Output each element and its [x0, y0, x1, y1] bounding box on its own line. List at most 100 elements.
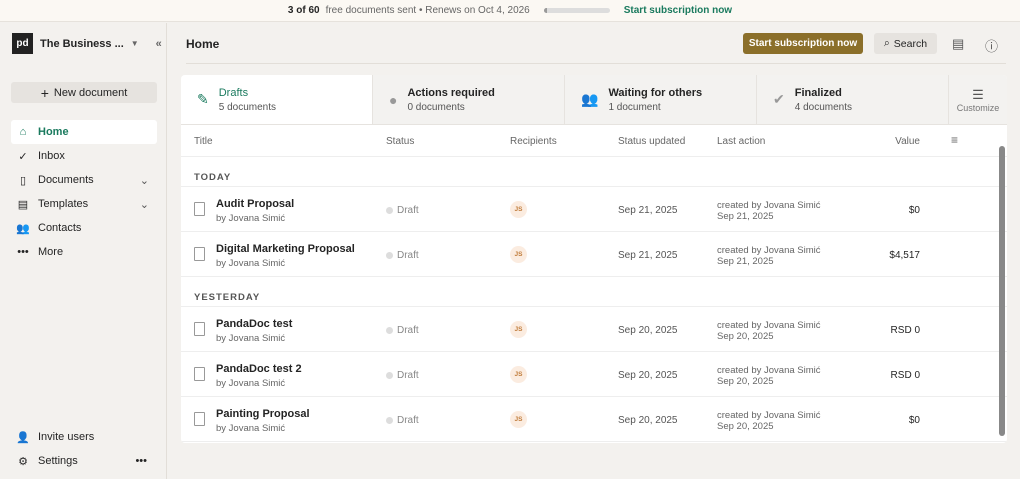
- tab-finalized[interactable]: ✔ Finalized 4 documents: [757, 75, 949, 124]
- document-author: by Jovana Simić: [216, 423, 286, 434]
- document-value: $4,517: [889, 250, 920, 261]
- status-updated: Sep 21, 2025: [618, 205, 678, 216]
- col-last-action[interactable]: Last action: [717, 136, 765, 147]
- pandadoc-logo: pd: [12, 33, 33, 54]
- more-icon[interactable]: •••: [135, 455, 147, 467]
- col-title[interactable]: Title: [194, 136, 213, 147]
- sidebar: pd The Business ... ▼ « + New document ⌂ H…: [0, 23, 167, 479]
- status-text: Draft: [397, 325, 419, 336]
- document-author: by Jovana Simić: [216, 333, 286, 344]
- new-document-button[interactable]: + New document: [11, 82, 157, 103]
- sidebar-item-templates[interactable]: ▤ Templates ⌄: [11, 192, 157, 216]
- table-row[interactable]: PandaDoc test 2 by Jovana Simić Draft JS …: [181, 352, 1007, 397]
- last-action: created by Jovana Simić: [717, 200, 821, 211]
- last-action: created by Jovana Simić: [717, 245, 821, 256]
- documents-card: ✎ Drafts 5 documents ● Actions required 0 doc…: [181, 75, 1007, 443]
- last-action-date: Sep 20, 2025: [717, 421, 774, 432]
- start-subscription-link[interactable]: Start subscription now: [624, 5, 732, 16]
- status-badge: Draft: [386, 325, 419, 336]
- search-button[interactable]: ⌕ Search: [874, 33, 937, 54]
- document-icon: [194, 247, 205, 261]
- status-updated: Sep 21, 2025: [618, 250, 678, 261]
- tab-actions-required[interactable]: ● Actions required 0 documents: [373, 75, 565, 124]
- document-icon: [194, 322, 205, 336]
- sidebar-item-more[interactable]: ••• More: [11, 240, 157, 264]
- sort-icon[interactable]: ≡: [951, 133, 958, 147]
- last-action: created by Jovana Simić: [717, 410, 821, 421]
- tab-drafts[interactable]: ✎ Drafts 5 documents: [181, 75, 373, 124]
- start-subscription-button[interactable]: Start subscription now: [743, 33, 863, 54]
- search-icon: ⌕: [883, 37, 890, 49]
- status-text: Draft: [397, 205, 419, 216]
- document-value: $0: [908, 205, 920, 216]
- document-settings-icon[interactable]: ▤: [952, 36, 964, 52]
- new-document-label: New document: [53, 86, 128, 99]
- status-badge: Draft: [386, 370, 419, 381]
- document-author: by Jovana Simić: [216, 258, 286, 269]
- table-row[interactable]: Audit Proposal by Jovana Simić Draft JS S…: [181, 187, 1007, 232]
- table-row[interactable]: Painting Proposal by Jovana Simić Draft J…: [181, 397, 1007, 442]
- table-row[interactable]: Digital Marketing Proposal by Jovana Simi…: [181, 232, 1007, 277]
- settings-label: Settings: [38, 455, 78, 467]
- col-recipients[interactable]: Recipients: [510, 136, 557, 147]
- tab-count: 5 documents: [218, 101, 276, 113]
- tab-label: Drafts: [218, 86, 249, 99]
- status-updated: Sep 20, 2025: [618, 325, 678, 336]
- sidebar-item-label: Documents: [38, 174, 94, 186]
- usage-progress: [543, 8, 610, 13]
- document-icon: [194, 367, 205, 381]
- recipient-avatar[interactable]: JS: [510, 246, 527, 263]
- recipient-avatar[interactable]: JS: [510, 411, 527, 428]
- recipient-avatar[interactable]: JS: [510, 321, 527, 338]
- tab-label: Actions required: [407, 86, 495, 99]
- check-circle-icon: ✔: [773, 91, 785, 107]
- check-circle-icon: ✓: [18, 150, 28, 163]
- sidebar-item-home[interactable]: ⌂ Home: [11, 120, 157, 144]
- table-row[interactable]: PandaDoc test by Jovana Simić Draft JS Se…: [181, 307, 1007, 352]
- document-name[interactable]: Audit Proposal: [216, 198, 294, 210]
- recipient-avatar[interactable]: JS: [510, 366, 527, 383]
- sidebar-item-inbox[interactable]: ✓ Inbox: [11, 144, 157, 168]
- contacts-icon: 👥: [16, 222, 30, 235]
- plus-icon: +: [40, 84, 49, 101]
- settings[interactable]: ⚙ Settings •••: [11, 449, 157, 473]
- col-value[interactable]: Value: [895, 136, 920, 147]
- chevron-down-icon[interactable]: ⌄: [140, 198, 149, 211]
- tab-count: 4 documents: [794, 101, 852, 113]
- document-icon: [194, 412, 205, 426]
- col-status-updated[interactable]: Status updated: [618, 136, 685, 147]
- home-icon: ⌂: [19, 126, 27, 138]
- last-action: created by Jovana Simić: [717, 320, 821, 331]
- document-value: RSD 0: [890, 325, 920, 336]
- more-icon: •••: [17, 246, 29, 258]
- scrollbar[interactable]: [999, 138, 1005, 438]
- status-text: Draft: [397, 370, 419, 381]
- sidebar-item-label: More: [38, 246, 64, 258]
- document-icon: ▯: [19, 174, 27, 187]
- last-action-date: Sep 20, 2025: [717, 376, 774, 387]
- col-status[interactable]: Status: [386, 136, 414, 147]
- pencil-icon: ✎: [197, 91, 209, 107]
- sidebar-item-documents[interactable]: ▯ Documents ⌄: [11, 168, 157, 192]
- customize-button[interactable]: ☰ Customize: [949, 75, 1007, 124]
- org-switcher[interactable]: pd The Business ... ▼ «: [12, 33, 162, 54]
- status-updated: Sep 20, 2025: [618, 415, 678, 426]
- document-name[interactable]: Digital Marketing Proposal: [216, 243, 355, 255]
- gear-icon: ⚙: [18, 455, 28, 468]
- status-badge: Draft: [386, 415, 419, 426]
- people-icon: 👥: [581, 91, 599, 107]
- document-name[interactable]: Painting Proposal: [216, 408, 310, 420]
- sidebar-item-label: Contacts: [38, 222, 82, 234]
- sidebar-item-contacts[interactable]: 👥 Contacts: [11, 216, 157, 240]
- sidebar-item-label: Templates: [38, 198, 89, 210]
- recipient-avatar[interactable]: JS: [510, 201, 527, 218]
- chevron-down-icon[interactable]: ⌄: [140, 174, 149, 187]
- collapse-sidebar-icon[interactable]: «: [156, 38, 162, 50]
- tab-waiting-for-others[interactable]: 👥 Waiting for others 1 document: [565, 75, 757, 124]
- document-name[interactable]: PandaDoc test 2: [216, 363, 302, 375]
- invite-users[interactable]: 👤 Invite users: [11, 425, 157, 449]
- help-icon[interactable]: ⓘ: [985, 36, 998, 55]
- sidebar-item-label: Home: [38, 126, 69, 138]
- document-name[interactable]: PandaDoc test: [216, 318, 292, 330]
- last-action-date: Sep 20, 2025: [717, 331, 774, 342]
